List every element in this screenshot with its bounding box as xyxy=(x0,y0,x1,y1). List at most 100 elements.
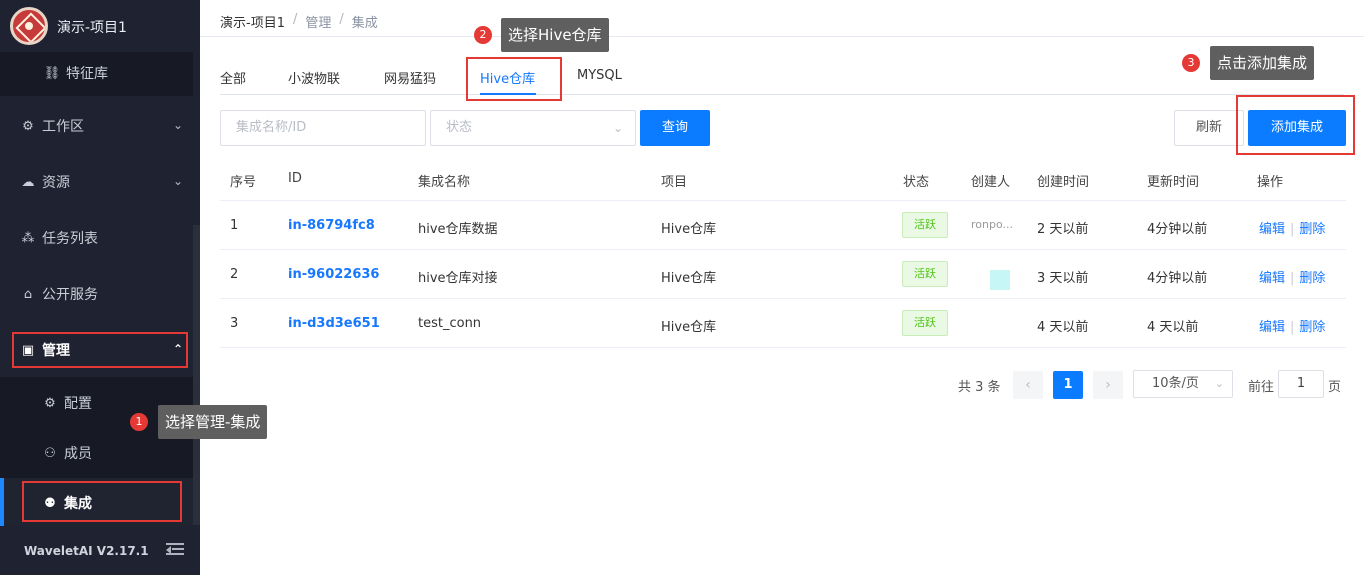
cell-index: 2 xyxy=(230,267,239,282)
sidebar-subitem-members[interactable]: ⚇ 成员 xyxy=(0,433,193,473)
sidebar-item-workspace[interactable]: ⚙ 工作区 ⌄ xyxy=(0,106,193,146)
column-header-index: 序号 xyxy=(230,175,257,190)
delete-link[interactable]: 删除 xyxy=(1299,320,1325,335)
sidebar-item-label: 工作区 xyxy=(42,119,84,135)
breadcrumb-separator: / xyxy=(339,12,344,27)
version-label: WaveletAI V2.17.1 xyxy=(24,544,149,558)
cell-name: test_conn xyxy=(418,316,482,331)
column-header-creator: 创建人 xyxy=(971,175,1011,190)
cell-created: 2 天以前 xyxy=(1037,222,1089,237)
edit-link[interactable]: 编辑 xyxy=(1259,222,1285,237)
cell-updated: 4分钟以前 xyxy=(1147,222,1208,237)
highlight-integration xyxy=(22,481,182,522)
sidebar-item-public-service[interactable]: ⌂ 公开服务 xyxy=(0,274,193,314)
integration-name-search-input[interactable]: 集成名称/ID xyxy=(220,110,426,146)
status-select[interactable]: 状态 ⌄ xyxy=(430,110,636,146)
row-divider xyxy=(220,298,1346,299)
row-actions: 编辑 | 删除 xyxy=(1259,320,1326,335)
delete-link[interactable]: 删除 xyxy=(1299,271,1325,286)
breadcrumb: 演示-项目1 / 管理 / 集成 xyxy=(220,12,378,31)
cell-creator: ronpo... xyxy=(971,218,1013,231)
tab-netease-mammoth[interactable]: 网易猛犸 xyxy=(384,68,436,87)
tab-mysql[interactable]: MYSQL xyxy=(577,68,622,83)
cell-project: Hive仓库 xyxy=(661,222,717,237)
table-header-divider xyxy=(220,200,1346,201)
breadcrumb-management[interactable]: 管理 xyxy=(305,12,331,31)
highlight-hive-tab xyxy=(466,57,562,101)
pagination-total: 共 3 条 xyxy=(958,380,1001,395)
column-header-status: 状态 xyxy=(903,175,930,190)
sidebar-item-resources[interactable]: ☁ 资源 ⌄ xyxy=(0,162,193,202)
sidebar-item-feature-store[interactable]: ⛓ 特征库 xyxy=(0,53,193,93)
sidebar-item-label: 成员 xyxy=(64,446,92,462)
chevron-down-icon: ⌄ xyxy=(172,118,183,132)
status-select-placeholder: 状态 xyxy=(446,120,473,135)
cell-updated: 4 天以前 xyxy=(1147,320,1199,335)
column-header-project: 项目 xyxy=(661,175,688,190)
column-header-id: ID xyxy=(288,171,302,186)
callout-step-1: 选择管理-集成 xyxy=(158,405,268,439)
cell-created: 4 天以前 xyxy=(1037,320,1089,335)
project-title: 演示-项目1 xyxy=(57,20,127,36)
cell-id-link[interactable]: in-96022636 xyxy=(288,267,379,282)
callout-step-3: 点击添加集成 xyxy=(1210,46,1315,80)
callout-number-2: 2 xyxy=(474,26,492,44)
goto-page-input[interactable]: 1 xyxy=(1278,370,1324,398)
task-list-icon: ⁂ xyxy=(21,230,35,246)
sidebar-item-label: 配置 xyxy=(64,396,92,412)
prev-page-button[interactable]: ‹ xyxy=(1013,371,1043,399)
edit-link[interactable]: 编辑 xyxy=(1259,320,1285,335)
breadcrumb-integration: 集成 xyxy=(351,16,378,31)
status-badge: 活跃 xyxy=(902,261,948,287)
row-actions: 编辑 | 删除 xyxy=(1259,271,1326,286)
page-number-current[interactable]: 1 xyxy=(1053,371,1083,399)
sidebar-item-label: 公开服务 xyxy=(42,287,98,303)
cloud-icon: ☁ xyxy=(21,174,35,190)
tab-all[interactable]: 全部 xyxy=(220,68,246,87)
column-header-name: 集成名称 xyxy=(418,175,471,190)
column-header-actions: 操作 xyxy=(1257,175,1284,190)
delete-link[interactable]: 删除 xyxy=(1299,222,1325,237)
cell-id-link[interactable]: in-86794fc8 xyxy=(288,218,375,233)
users-icon: ⚇ xyxy=(44,445,56,461)
sidebar-item-label: 资源 xyxy=(42,175,70,191)
status-badge: 活跃 xyxy=(902,212,948,238)
cell-index: 1 xyxy=(230,218,239,233)
refresh-button[interactable]: 刷新 xyxy=(1174,110,1244,146)
row-actions: 编辑 | 删除 xyxy=(1259,222,1326,237)
page-size-value: 10条/页 xyxy=(1152,376,1199,391)
goto-suffix: 页 xyxy=(1328,380,1342,395)
callout-number-3: 3 xyxy=(1182,54,1200,72)
sidebar-item-label: 特征库 xyxy=(66,66,108,82)
chevron-down-icon: ⌄ xyxy=(172,174,183,188)
goto-label: 前往 xyxy=(1248,380,1275,395)
row-divider xyxy=(220,347,1346,348)
sidebar-scrollbar[interactable] xyxy=(193,225,200,525)
cell-name: hive仓库数据 xyxy=(418,222,498,237)
gear-icon: ⚙ xyxy=(44,395,56,411)
sidebar-brand[interactable]: 演示-项目1 xyxy=(0,0,200,52)
sidebar-item-tasks[interactable]: ⁂ 任务列表 xyxy=(0,218,193,258)
gear-icon: ⚙ xyxy=(22,118,34,134)
chevron-down-icon: ⌄ xyxy=(1214,377,1224,390)
breadcrumb-project[interactable]: 演示-项目1 xyxy=(220,12,285,31)
public-service-icon: ⌂ xyxy=(23,286,33,302)
edit-link[interactable]: 编辑 xyxy=(1259,271,1285,286)
query-button[interactable]: 查询 xyxy=(640,110,710,146)
collapse-sidebar-icon[interactable] xyxy=(166,543,184,557)
tab-xiaobo-iot[interactable]: 小波物联 xyxy=(288,68,340,87)
next-page-button[interactable]: › xyxy=(1093,371,1123,399)
cell-name: hive仓库对接 xyxy=(418,271,498,286)
tabs-baseline xyxy=(220,94,1344,95)
feature-store-icon: ⛓ xyxy=(43,65,61,81)
callout-number-1: 1 xyxy=(130,413,148,431)
creator-avatar xyxy=(990,270,1010,290)
page-size-select[interactable]: 10条/页 ⌄ xyxy=(1133,370,1233,398)
status-badge: 活跃 xyxy=(902,310,948,336)
chevron-down-icon: ⌄ xyxy=(612,121,623,135)
cell-id-link[interactable]: in-d3d3e651 xyxy=(288,316,380,331)
highlight-add-button xyxy=(1236,95,1355,155)
column-header-updated: 更新时间 xyxy=(1147,175,1200,190)
cell-updated: 4分钟以前 xyxy=(1147,271,1208,286)
header-divider xyxy=(200,36,1364,37)
